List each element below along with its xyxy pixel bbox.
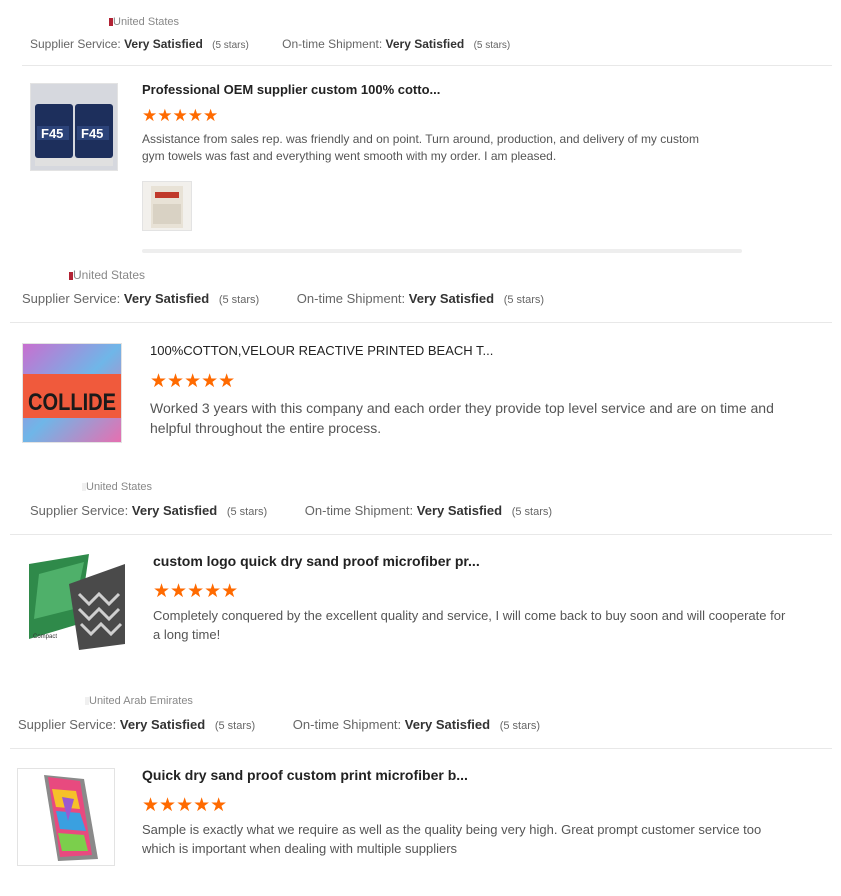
- product-thumbnail[interactable]: Compact: [29, 554, 125, 650]
- shipment-stars: (5 stars): [511, 506, 553, 518]
- towel-image: COLLIDE: [23, 344, 121, 442]
- shipment-value: Very Satisfied: [416, 503, 503, 518]
- review-photo-thumbnail[interactable]: [142, 181, 192, 231]
- product-title-link[interactable]: custom logo quick dry sand proof microfi…: [153, 553, 480, 569]
- reviewer-country: United States: [82, 481, 152, 493]
- star-icons: ★★★★★: [142, 795, 228, 816]
- shipment-rating: On-time Shipment: Very Satisfied (5 star…: [293, 717, 540, 732]
- review-text: Sample is exactly what we require as wel…: [142, 822, 762, 856]
- towel-image: Compact: [29, 554, 125, 650]
- star-icons: ★★★★★: [150, 371, 236, 392]
- reviewer-country: United States: [69, 268, 145, 282]
- review-text: Completely conquered by the excellent qu…: [153, 608, 786, 642]
- shipment-rating: On-time Shipment: Very Satisfied (5 star…: [305, 503, 552, 518]
- product-title-link[interactable]: Quick dry sand proof custom print microf…: [142, 767, 468, 783]
- supplier-service-value: Very Satisfied: [119, 717, 206, 732]
- supplier-service-stars: (5 stars): [212, 40, 249, 51]
- shipment-value: Very Satisfied: [404, 717, 491, 732]
- star-rating: ★★★★★: [142, 106, 218, 126]
- supplier-service-value: Very Satisfied: [131, 503, 218, 518]
- country-name: United States: [73, 268, 146, 282]
- product-thumbnail[interactable]: COLLIDE: [22, 343, 122, 443]
- supplier-service-stars: (5 stars): [218, 294, 260, 306]
- reviewer-country: United States: [109, 16, 179, 28]
- rating-summary: Supplier Service: Very Satisfied (5 star…: [30, 503, 552, 518]
- product-thumbnail[interactable]: F45 F45: [30, 83, 118, 171]
- divider: [22, 65, 832, 66]
- star-rating: ★★★★★: [150, 370, 235, 393]
- photo-image: [143, 182, 191, 230]
- shipment-label: On-time Shipment:: [296, 291, 406, 306]
- star-icons: ★★★★★: [153, 581, 239, 602]
- review-text: Worked 3 years with this company and eac…: [150, 400, 774, 437]
- supplier-service-label: Supplier Service:: [18, 717, 117, 732]
- supplier-service-stars: (5 stars): [226, 506, 268, 518]
- shipment-value: Very Satisfied: [408, 291, 495, 306]
- svg-text:F45: F45: [81, 126, 103, 141]
- product-title-link[interactable]: Professional OEM supplier custom 100% co…: [142, 82, 440, 97]
- shipment-rating: On-time Shipment: Very Satisfied (5 star…: [297, 291, 544, 306]
- shipment-stars: (5 stars): [503, 294, 545, 306]
- divider: [10, 748, 832, 749]
- star-rating: ★★★★★: [153, 580, 238, 603]
- shipment-label: On-time Shipment:: [304, 503, 414, 518]
- country-name: United States: [86, 481, 153, 493]
- country-name: United States: [113, 16, 180, 28]
- review-text: Assistance from sales rep. was friendly …: [142, 132, 699, 164]
- supplier-service-stars: (5 stars): [214, 720, 256, 732]
- divider: [10, 534, 832, 535]
- supplier-service-rating: Supplier Service: Very Satisfied (5 star…: [18, 717, 255, 732]
- supplier-service-value: Very Satisfied: [123, 291, 210, 306]
- supplier-service-value: Very Satisfied: [124, 37, 203, 51]
- shipment-label: On-time Shipment:: [292, 717, 402, 732]
- country-name: United Arab Emirates: [89, 695, 193, 707]
- shipment-label: On-time Shipment:: [282, 37, 383, 51]
- product-thumbnail[interactable]: [17, 768, 115, 866]
- shipment-rating: On-time Shipment: Very Satisfied (5 star…: [282, 37, 510, 51]
- shipment-stars: (5 stars): [473, 40, 511, 51]
- svg-text:F45: F45: [41, 126, 63, 141]
- towel-image: F45 F45: [31, 84, 117, 170]
- star-icons: ★★★★★: [142, 106, 219, 125]
- divider: [10, 322, 832, 323]
- star-rating: ★★★★★: [142, 794, 227, 817]
- shipment-value: Very Satisfied: [385, 37, 465, 51]
- supplier-service-label: Supplier Service:: [30, 503, 129, 518]
- supplier-service-label: Supplier Service:: [30, 37, 121, 51]
- rating-summary: Supplier Service: Very Satisfied (5 star…: [18, 717, 540, 732]
- product-title-link[interactable]: 100%COTTON,VELOUR REACTIVE PRINTED BEACH…: [150, 343, 493, 358]
- towel-image: [18, 769, 114, 865]
- scrollbar[interactable]: [142, 249, 742, 253]
- supplier-service-rating: Supplier Service: Very Satisfied (5 star…: [30, 503, 267, 518]
- supplier-service-label: Supplier Service:: [22, 291, 121, 306]
- svg-text:Compact: Compact: [33, 634, 57, 640]
- supplier-service-rating: Supplier Service: Very Satisfied (5 star…: [30, 37, 249, 51]
- supplier-service-rating: Supplier Service: Very Satisfied (5 star…: [22, 291, 259, 306]
- svg-text:COLLIDE: COLLIDE: [28, 389, 116, 416]
- shipment-stars: (5 stars): [499, 720, 541, 732]
- reviewer-country: United Arab Emirates: [85, 695, 193, 707]
- rating-summary: Supplier Service: Very Satisfied (5 star…: [22, 291, 544, 306]
- rating-summary: Supplier Service: Very Satisfied (5 star…: [30, 37, 510, 51]
